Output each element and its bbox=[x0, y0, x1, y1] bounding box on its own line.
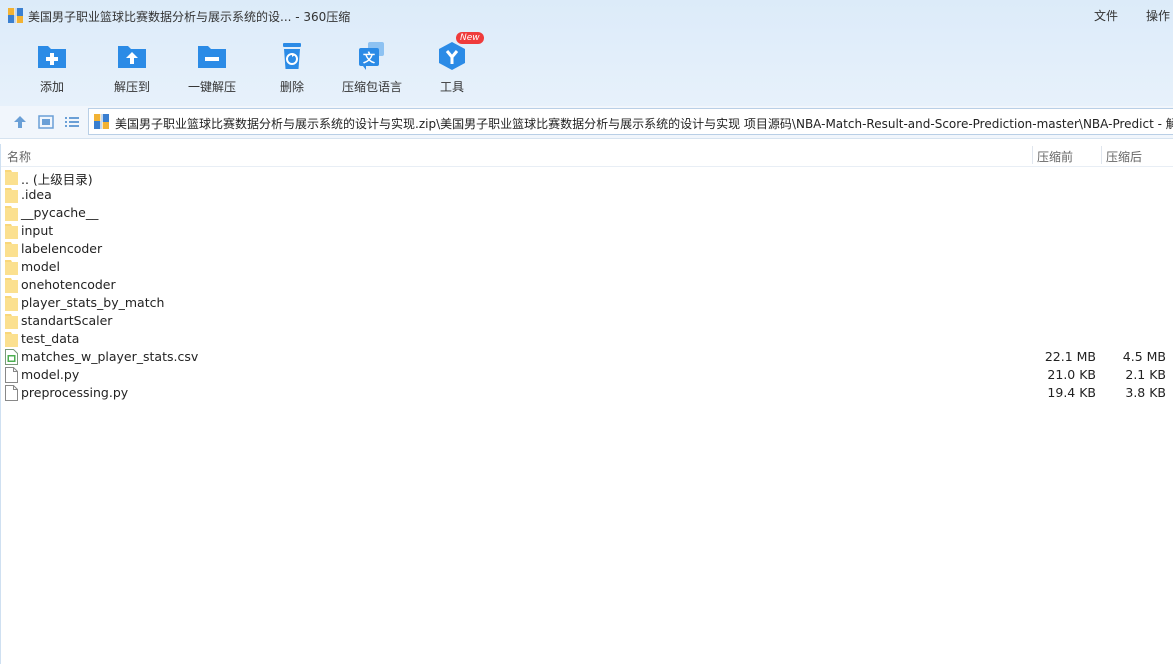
archive-app-icon bbox=[8, 8, 23, 23]
file-size: 21.0 KB bbox=[1047, 367, 1096, 382]
language-icon: 文 bbox=[359, 42, 384, 70]
title-bar: 美国男子职业篮球比赛数据分析与展示系统的设... - 360压缩 文件 操作 bbox=[0, 0, 1173, 32]
file-name: model.py bbox=[21, 367, 80, 382]
file-name: player_stats_by_match bbox=[21, 295, 165, 310]
tools-button[interactable]: New 工具 bbox=[412, 32, 492, 98]
file-size: 22.1 MB bbox=[1044, 349, 1096, 364]
one-click-extract-button[interactable]: 一键解压 bbox=[172, 40, 252, 98]
csv-file-icon bbox=[5, 349, 18, 365]
file-name: test_data bbox=[21, 331, 80, 346]
file-name: preprocessing.py bbox=[21, 385, 129, 400]
file-name: __pycache__ bbox=[21, 205, 99, 220]
folder-icon bbox=[5, 188, 18, 203]
tools-icon bbox=[439, 42, 465, 70]
folder-icon bbox=[5, 260, 18, 275]
archive-language-button[interactable]: 文 压缩包语言 bbox=[332, 40, 412, 98]
new-badge: New bbox=[456, 32, 484, 44]
up-arrow-icon[interactable] bbox=[12, 114, 28, 130]
column-divider[interactable] bbox=[1032, 146, 1033, 164]
file-icon bbox=[5, 385, 18, 401]
add-icon bbox=[38, 46, 66, 68]
tools-label: 工具 bbox=[439, 80, 464, 94]
file-list: .. (上级目录) .idea __pycache__ input labele… bbox=[0, 168, 1173, 402]
file-name: model bbox=[21, 259, 60, 274]
file-compressed-size: 4.5 MB bbox=[1122, 349, 1166, 364]
thumbnail-view-icon[interactable] bbox=[38, 114, 54, 130]
column-divider[interactable] bbox=[1101, 146, 1102, 164]
column-header: 名称 压缩前 压缩后 bbox=[0, 144, 1173, 167]
extract-to-label: 解压到 bbox=[113, 80, 150, 94]
extract-to-icon bbox=[118, 46, 146, 68]
column-compressed[interactable]: 压缩后 bbox=[1106, 148, 1142, 165]
extract-to-button[interactable]: 解压到 bbox=[92, 40, 172, 98]
add-label: 添加 bbox=[39, 80, 64, 94]
list-view-icon[interactable] bbox=[64, 114, 80, 130]
column-size[interactable]: 压缩前 bbox=[1037, 148, 1073, 165]
folder-icon bbox=[5, 224, 18, 239]
delete-button[interactable]: 删除 bbox=[252, 40, 332, 98]
list-item[interactable]: input bbox=[0, 222, 1173, 240]
file-name: .idea bbox=[21, 187, 52, 202]
file-name: matches_w_player_stats.csv bbox=[21, 349, 199, 364]
zip-archive-icon bbox=[94, 114, 109, 129]
menu-operations[interactable]: 操作 bbox=[1146, 7, 1170, 24]
list-item[interactable]: labelencoder bbox=[0, 240, 1173, 258]
window-title: 美国男子职业篮球比赛数据分析与展示系统的设... - 360压缩 bbox=[28, 10, 351, 24]
list-item[interactable]: standartScaler bbox=[0, 312, 1173, 330]
list-item[interactable]: .idea bbox=[0, 186, 1173, 204]
address-bar[interactable]: 美国男子职业篮球比赛数据分析与展示系统的设计与实现.zip\美国男子职业篮球比赛… bbox=[88, 108, 1173, 135]
file-compressed-size: 3.8 KB bbox=[1125, 385, 1166, 400]
file-compressed-size: 2.1 KB bbox=[1125, 367, 1166, 382]
address-path: 美国男子职业篮球比赛数据分析与展示系统的设计与实现.zip\美国男子职业篮球比赛… bbox=[115, 117, 1173, 131]
file-icon bbox=[5, 367, 18, 383]
list-item[interactable]: __pycache__ bbox=[0, 204, 1173, 222]
folder-icon bbox=[5, 170, 18, 185]
delete-label: 删除 bbox=[279, 80, 304, 94]
file-name: standartScaler bbox=[21, 313, 113, 328]
file-name: onehotencoder bbox=[21, 277, 116, 292]
list-item[interactable]: model bbox=[0, 258, 1173, 276]
list-item[interactable]: player_stats_by_match bbox=[0, 294, 1173, 312]
column-name[interactable]: 名称 bbox=[7, 148, 31, 165]
folder-icon bbox=[5, 278, 18, 293]
file-name: input bbox=[21, 223, 54, 238]
recycle-bin-icon bbox=[283, 43, 301, 69]
file-size: 19.4 KB bbox=[1047, 385, 1096, 400]
folder-icon bbox=[5, 296, 18, 311]
list-item[interactable]: .. (上级目录) bbox=[0, 168, 1173, 187]
one-click-extract-label: 一键解压 bbox=[187, 80, 236, 94]
archive-language-label: 压缩包语言 bbox=[341, 80, 402, 94]
folder-icon bbox=[5, 332, 18, 347]
list-item[interactable]: matches_w_player_stats.csv 22.1 MB 4.5 M… bbox=[0, 348, 1173, 366]
add-button[interactable]: 添加 bbox=[12, 40, 92, 98]
folder-icon bbox=[5, 242, 18, 257]
navigation-bar: 美国男子职业篮球比赛数据分析与展示系统的设计与实现.zip\美国男子职业篮球比赛… bbox=[0, 106, 1173, 139]
list-item[interactable]: test_data bbox=[0, 330, 1173, 348]
menu-file[interactable]: 文件 bbox=[1094, 7, 1118, 24]
top-panel: 美国男子职业篮球比赛数据分析与展示系统的设... - 360压缩 文件 操作 添… bbox=[0, 0, 1173, 107]
one-click-extract-icon bbox=[198, 46, 226, 68]
folder-icon bbox=[5, 206, 18, 221]
list-item[interactable]: model.py 21.0 KB 2.1 KB bbox=[0, 366, 1173, 384]
list-item[interactable]: onehotencoder bbox=[0, 276, 1173, 294]
list-item[interactable]: preprocessing.py 19.4 KB 3.8 KB bbox=[0, 384, 1173, 402]
file-name: labelencoder bbox=[21, 241, 103, 256]
svg-text:文: 文 bbox=[363, 50, 376, 65]
folder-icon bbox=[5, 314, 18, 329]
